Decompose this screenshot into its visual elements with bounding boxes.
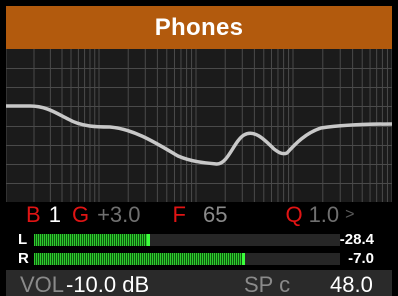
eq-response-curve[interactable]: [6, 104, 392, 166]
sample-rate-value: 48.0: [330, 272, 373, 296]
band-key: B: [26, 202, 41, 227]
meter-peak-right: [242, 253, 245, 265]
eq-band-params: B 1 G +3.0 F 65 Q 1.0 >: [6, 202, 392, 228]
title-bar: Phones: [6, 6, 392, 49]
meter-left: L -28.4: [6, 230, 392, 250]
freq-key: F: [172, 202, 186, 227]
meter-peak-left: [147, 234, 150, 246]
phones-eq-screen: Phones B 1 G +3.0 F 65 Q 1.0 > L -28.4 R…: [0, 0, 398, 296]
sample-rate-label: SP c: [244, 272, 291, 296]
meter-fill-left: [34, 234, 147, 246]
freq-value[interactable]: 65: [203, 202, 227, 228]
volume-label: VOL: [20, 272, 65, 296]
meter-track-right: [34, 253, 340, 265]
band-value[interactable]: 1: [49, 202, 61, 228]
volume-value[interactable]: -10.0 dB: [66, 270, 149, 296]
channel-label-left: L: [18, 231, 28, 248]
q-key: Q: [285, 202, 303, 227]
meter-track-left: [34, 234, 340, 246]
eq-graph[interactable]: [6, 49, 392, 202]
page-title: Phones: [154, 13, 244, 41]
meter-right: R -7.0: [6, 249, 392, 269]
meter-value-left: -28.4: [339, 231, 374, 248]
eq-graph-svg: [6, 49, 392, 202]
gain-value[interactable]: +3.0: [97, 202, 140, 228]
chevron-right-icon[interactable]: >: [345, 202, 354, 228]
channel-label-right: R: [18, 250, 29, 267]
gain-key: G: [71, 202, 90, 227]
status-bar: VOL -10.0 dB SP c 48.0: [6, 270, 392, 296]
meter-value-right: -7.0: [348, 250, 374, 267]
q-value[interactable]: 1.0: [309, 202, 340, 228]
meter-fill-right: [34, 253, 242, 265]
